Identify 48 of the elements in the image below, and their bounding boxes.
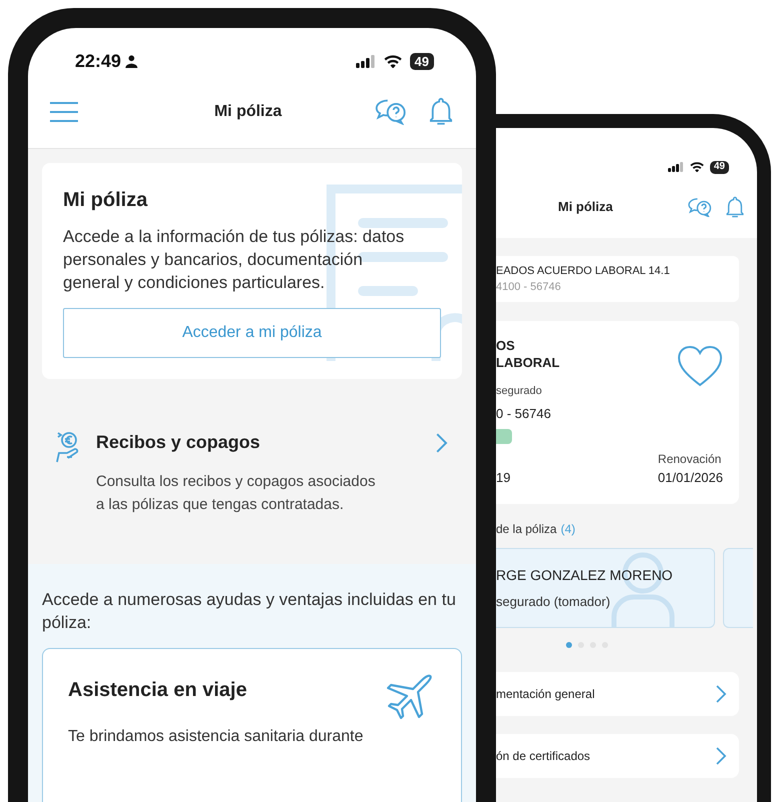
airplane-icon: [384, 673, 434, 721]
insured-role: segurado (tomador): [496, 592, 612, 611]
battery-indicator: 49: [710, 160, 729, 174]
policy-name: OS: [496, 337, 516, 354]
heart-icon: [677, 345, 723, 387]
wifi-icon: [384, 54, 402, 68]
header-title: Mi póliza: [214, 102, 282, 122]
signal-icon: [668, 162, 684, 172]
policy-number: 4100 - 56746: [496, 280, 562, 295]
link-row[interactable]: mentación general: [496, 672, 739, 716]
section-description: Consulta los recibos y copagos asociados a las pólizas que tengas contratadas.: [96, 472, 376, 515]
link-row[interactable]: ón de certificados: [496, 734, 739, 778]
header-title: Mi póliza: [558, 198, 613, 216]
card-description: Accede a la información de tus pólizas: datos personales y bancarios, documentación general y condiciones particulares.: [63, 226, 406, 294]
link-label: mentación general: [496, 686, 595, 703]
card-title: Mi póliza: [63, 188, 149, 213]
battery-indicator: 49: [410, 53, 434, 70]
benefits-intro: Accede a numerosas ayudas y ventajas incluidas en tu póliza:: [42, 589, 457, 634]
insured-number: 0 - 56746: [496, 404, 552, 422]
policy-name: EADOS ACUERDO LABORAL 14.1: [496, 264, 671, 278]
help-chat-icon[interactable]: [687, 196, 713, 218]
benefit-card[interactable]: Asistencia en viaje Te brindamos asistencia sanitaria durante: [42, 648, 462, 802]
signal-icon: [356, 55, 376, 68]
person-icon: [125, 55, 138, 68]
status-time: 22:49: [75, 50, 122, 73]
insured-section-title: de la póliza: [496, 521, 557, 538]
notification-bell-icon[interactable]: [725, 196, 745, 218]
benefit-description: Te brindamos asistencia sanitaria durante: [68, 727, 364, 747]
link-label: ón de certificados: [496, 748, 590, 765]
insured-name: RGE GONZALEZ MORENO: [496, 566, 674, 585]
chevron-right-icon: [715, 746, 727, 766]
insured-person-card[interactable]: RGE GONZALEZ MORENO segurado (tomador): [496, 548, 715, 628]
policy-selector[interactable]: EADOS ACUERDO LABORAL 14.1 4100 - 56746: [496, 256, 739, 302]
benefit-title: Asistencia en viaje: [68, 678, 247, 703]
insured-label: segurado: [496, 384, 543, 399]
start-date: 19: [496, 468, 510, 486]
policy-name: LABORAL: [496, 354, 560, 371]
chevron-right-icon: [434, 432, 448, 454]
renewal-date: 01/01/2026: [658, 468, 723, 486]
status-tag: [496, 429, 512, 444]
section-title: Recibos y copagos: [96, 431, 260, 454]
notification-bell-icon[interactable]: [428, 97, 454, 126]
chevron-right-icon: [715, 684, 727, 704]
help-chat-icon[interactable]: [374, 98, 408, 126]
menu-icon[interactable]: [50, 102, 78, 122]
renewal-label: Renovación: [658, 450, 722, 468]
wifi-icon: [690, 162, 704, 172]
insured-count: (4): [560, 521, 576, 538]
